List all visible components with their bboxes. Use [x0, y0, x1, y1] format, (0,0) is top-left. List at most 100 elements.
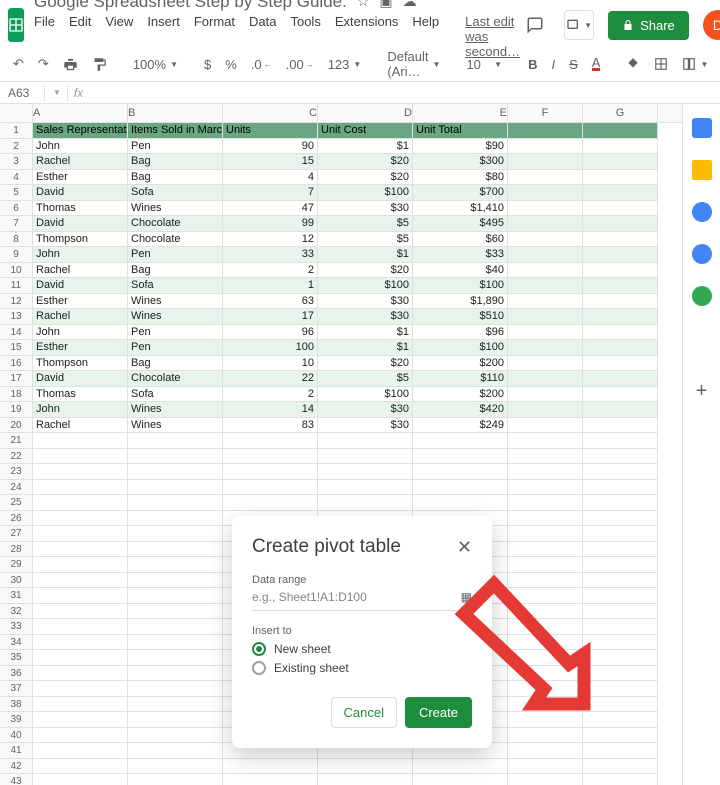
cell[interactable] — [583, 480, 658, 496]
cell[interactable] — [33, 464, 128, 480]
cell[interactable] — [33, 433, 128, 449]
cell[interactable] — [583, 154, 658, 170]
cell[interactable]: Units — [223, 123, 318, 139]
cell[interactable] — [583, 201, 658, 217]
cell[interactable]: $5 — [318, 216, 413, 232]
cell[interactable] — [508, 743, 583, 759]
cell[interactable] — [583, 511, 658, 527]
cell[interactable]: Esther — [33, 170, 128, 186]
cell[interactable] — [583, 278, 658, 294]
cell[interactable] — [128, 511, 223, 527]
row-head[interactable]: 27 — [0, 526, 33, 542]
cell[interactable] — [33, 542, 128, 558]
cell[interactable]: 17 — [223, 309, 318, 325]
cell[interactable] — [508, 511, 583, 527]
row-head[interactable]: 43 — [0, 774, 33, 785]
cell[interactable]: $5 — [318, 232, 413, 248]
select-range-icon[interactable]: ▦ — [461, 590, 472, 604]
cell[interactable] — [508, 263, 583, 279]
cell[interactable]: Chocolate — [128, 371, 223, 387]
strike-button[interactable]: S — [564, 54, 583, 75]
cell[interactable]: Esther — [33, 294, 128, 310]
cell[interactable] — [33, 728, 128, 744]
cell[interactable] — [583, 139, 658, 155]
cell[interactable]: Thompson — [33, 356, 128, 372]
cell[interactable] — [583, 681, 658, 697]
cell[interactable] — [128, 619, 223, 635]
col-head-A[interactable]: A — [33, 104, 128, 122]
row-head[interactable]: 35 — [0, 650, 33, 666]
cell[interactable]: $1 — [318, 139, 413, 155]
cell[interactable] — [128, 635, 223, 651]
cell[interactable]: $249 — [413, 418, 508, 434]
cell[interactable]: $100 — [318, 185, 413, 201]
cell[interactable] — [33, 774, 128, 785]
cell[interactable]: $100 — [413, 278, 508, 294]
cell[interactable] — [33, 511, 128, 527]
cell[interactable] — [128, 697, 223, 713]
cell[interactable] — [583, 495, 658, 511]
cell[interactable]: $100 — [318, 387, 413, 403]
cell[interactable]: John — [33, 247, 128, 263]
cell[interactable]: $700 — [413, 185, 508, 201]
cell[interactable]: 2 — [223, 263, 318, 279]
cell[interactable]: Esther — [33, 340, 128, 356]
cell[interactable] — [583, 170, 658, 186]
cell[interactable] — [508, 154, 583, 170]
cell[interactable] — [583, 635, 658, 651]
menu-format[interactable]: Format — [194, 14, 235, 59]
cell[interactable]: $20 — [318, 154, 413, 170]
row-head[interactable]: 3 — [0, 154, 33, 170]
menu-tools[interactable]: Tools — [290, 14, 320, 59]
cell[interactable] — [318, 759, 413, 775]
cell[interactable] — [583, 542, 658, 558]
cell[interactable]: 90 — [223, 139, 318, 155]
cell[interactable] — [33, 635, 128, 651]
cell[interactable] — [508, 464, 583, 480]
cell[interactable]: Rachel — [33, 263, 128, 279]
cell[interactable]: $1 — [318, 247, 413, 263]
cell[interactable] — [128, 759, 223, 775]
data-range-input[interactable]: e.g., Sheet1!A1:D100 — [252, 590, 367, 604]
row-head[interactable]: 40 — [0, 728, 33, 744]
cell[interactable] — [583, 294, 658, 310]
cell[interactable] — [128, 743, 223, 759]
avatar[interactable]: D — [703, 10, 720, 40]
cell[interactable] — [583, 557, 658, 573]
cell[interactable]: $1 — [318, 325, 413, 341]
cell[interactable] — [413, 495, 508, 511]
cell[interactable] — [508, 619, 583, 635]
cell[interactable] — [223, 464, 318, 480]
row-head[interactable]: 13 — [0, 309, 33, 325]
namebox-dropdown-icon[interactable]: ▼ — [47, 88, 67, 97]
cell[interactable] — [33, 681, 128, 697]
row-head[interactable]: 1 — [0, 123, 33, 139]
row-head[interactable]: 17 — [0, 371, 33, 387]
menu-view[interactable]: View — [105, 14, 133, 59]
cell[interactable] — [583, 619, 658, 635]
cell[interactable] — [583, 774, 658, 785]
last-edit-link[interactable]: Last edit was second… — [465, 14, 520, 59]
cell[interactable] — [413, 449, 508, 465]
row-head[interactable]: 21 — [0, 433, 33, 449]
row-head[interactable]: 10 — [0, 263, 33, 279]
row-head[interactable]: 41 — [0, 743, 33, 759]
cell[interactable] — [508, 635, 583, 651]
row-head[interactable]: 14 — [0, 325, 33, 341]
cell[interactable]: $200 — [413, 387, 508, 403]
cell[interactable] — [583, 464, 658, 480]
cell[interactable]: $30 — [318, 201, 413, 217]
cell[interactable]: $200 — [413, 356, 508, 372]
row-head[interactable]: 30 — [0, 573, 33, 589]
row-head[interactable]: 36 — [0, 666, 33, 682]
cell[interactable]: $96 — [413, 325, 508, 341]
row-head[interactable]: 7 — [0, 216, 33, 232]
cell[interactable]: $33 — [413, 247, 508, 263]
cell[interactable] — [33, 604, 128, 620]
cell[interactable]: $100 — [413, 340, 508, 356]
keep-icon[interactable] — [692, 160, 712, 180]
cell[interactable] — [508, 325, 583, 341]
cell[interactable]: John — [33, 325, 128, 341]
cell[interactable] — [33, 526, 128, 542]
cell[interactable]: 10 — [223, 356, 318, 372]
